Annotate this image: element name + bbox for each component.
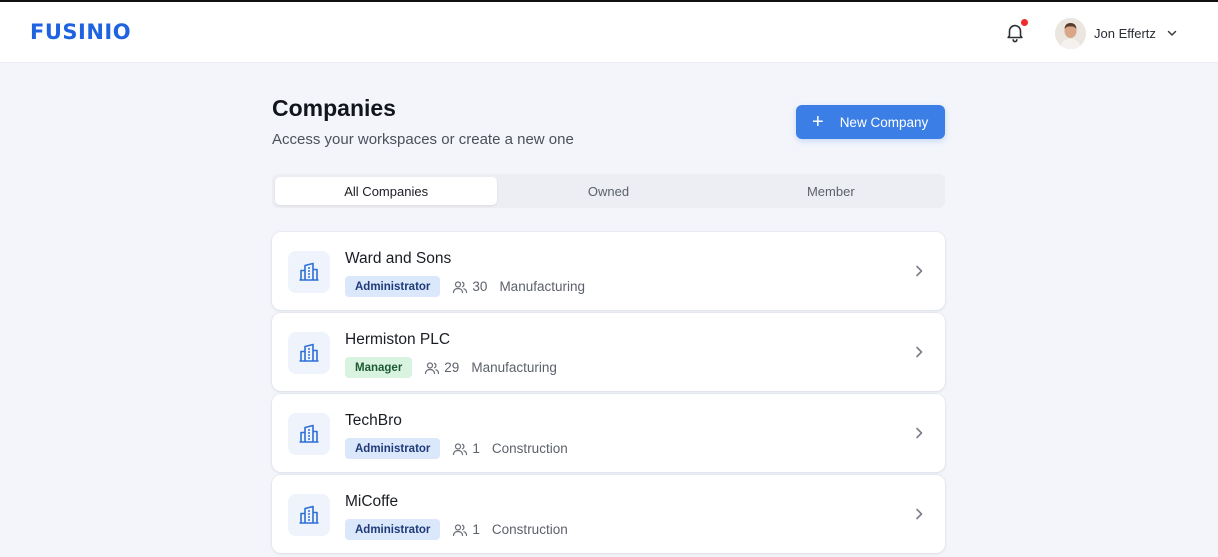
role-badge: Administrator — [345, 438, 441, 459]
tab-owned[interactable]: Owned — [497, 177, 719, 205]
app-logo[interactable]: FUSINIO — [30, 20, 131, 44]
building-icon — [288, 413, 330, 455]
new-company-label: New Company — [839, 114, 929, 130]
new-company-button[interactable]: + New Company — [796, 105, 945, 139]
company-card[interactable]: Hermiston PLC Manager 29 Manufacturing — [272, 313, 945, 391]
company-meta: Administrator 1 Construction — [345, 438, 568, 459]
top-navigation-bar: FUSINIO Jon Effertz — [0, 0, 1218, 62]
member-count-value: 30 — [472, 279, 488, 294]
user-menu[interactable]: Jon Effertz — [1055, 17, 1178, 49]
member-count: 29 — [424, 360, 459, 376]
company-name: MiCoffe — [345, 493, 399, 510]
avatar — [1055, 17, 1086, 49]
chevron-right-icon — [916, 265, 923, 277]
company-meta: Administrator 30 Manufacturing — [345, 276, 585, 297]
company-industry: Construction — [491, 522, 568, 537]
member-count-value: 1 — [472, 522, 480, 537]
tab-member[interactable]: Member — [720, 177, 942, 205]
member-count: 1 — [452, 522, 480, 538]
company-name: Hermiston PLC — [345, 331, 451, 348]
company-industry: Manufacturing — [471, 360, 557, 375]
company-name: Ward and Sons — [345, 250, 452, 267]
chevron-right-icon — [916, 346, 923, 358]
role-badge: Administrator — [345, 276, 441, 297]
plus-icon: + — [812, 111, 824, 133]
users-icon — [453, 442, 468, 455]
company-name: TechBro — [345, 412, 402, 429]
page-subtitle: Access your workspaces or create a new o… — [272, 131, 574, 148]
building-icon — [288, 332, 330, 374]
company-meta: Administrator 1 Construction — [345, 519, 568, 540]
company-meta: Manager 29 Manufacturing — [345, 357, 557, 378]
member-count-value: 29 — [444, 360, 460, 375]
user-name: Jon Effertz — [1094, 25, 1156, 41]
company-industry: Manufacturing — [499, 279, 585, 294]
company-filter-tabs: All Companies Owned Member — [272, 174, 945, 208]
company-card[interactable]: MiCoffe Administrator 1 Construction — [272, 475, 945, 553]
building-icon — [288, 494, 330, 536]
role-badge: Manager — [345, 357, 413, 378]
building-icon — [288, 251, 330, 293]
chevron-right-icon — [916, 508, 923, 520]
chevron-right-icon — [916, 427, 923, 439]
users-icon — [453, 523, 468, 536]
chevron-down-icon — [1167, 30, 1177, 36]
company-card[interactable]: TechBro Administrator 1 Construction — [272, 394, 945, 472]
member-count: 1 — [452, 441, 480, 457]
company-card[interactable]: Ward and Sons Administrator 30 Manufactu… — [272, 232, 945, 310]
company-industry: Construction — [491, 441, 568, 456]
notification-dot — [1021, 19, 1028, 26]
users-icon — [453, 280, 468, 293]
role-badge: Administrator — [345, 519, 441, 540]
member-count: 30 — [452, 279, 487, 295]
users-icon — [425, 361, 440, 374]
tab-all-companies[interactable]: All Companies — [275, 177, 498, 205]
member-count-value: 1 — [472, 441, 480, 456]
page-title: Companies — [272, 95, 396, 121]
